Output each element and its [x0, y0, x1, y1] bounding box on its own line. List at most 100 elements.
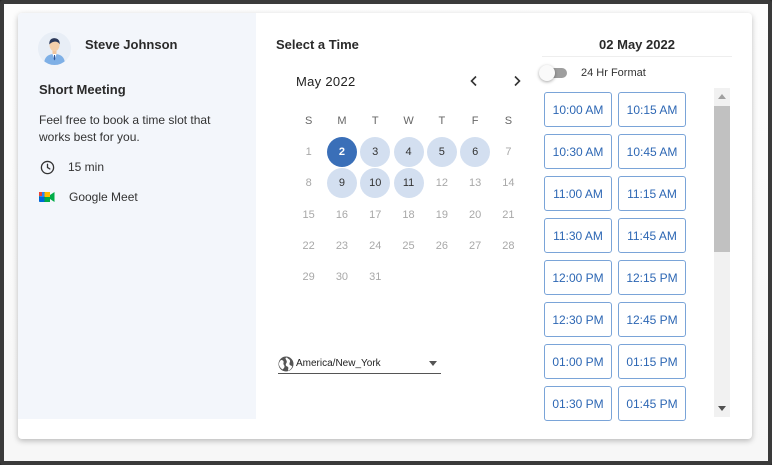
- calendar-day-available[interactable]: 5: [425, 136, 458, 167]
- previous-month-button[interactable]: [465, 72, 483, 90]
- day-number: 16: [335, 208, 349, 221]
- calendar-day-unavailable: 18: [392, 199, 425, 230]
- header-divider: [542, 56, 732, 57]
- calendar-day-available[interactable]: 3: [359, 136, 392, 167]
- day-number: 10: [360, 168, 391, 199]
- timezone-select[interactable]: America/New_York: [278, 354, 441, 374]
- calendar-day-available[interactable]: 9: [325, 168, 358, 199]
- timezone-value: America/New_York: [296, 358, 381, 369]
- time-slot-button[interactable]: 11:00 AM: [544, 176, 612, 211]
- calendar-day-unavailable: 27: [458, 230, 491, 261]
- time-slot-button[interactable]: 10:00 AM: [544, 92, 612, 127]
- host-name: Steve Johnson: [85, 37, 178, 52]
- time-slot-button[interactable]: 10:30 AM: [544, 134, 612, 169]
- calendar-day-unavailable: 12: [425, 168, 458, 199]
- time-slot-button[interactable]: 12:00 PM: [544, 260, 612, 295]
- 24hr-format-toggle[interactable]: [539, 65, 569, 81]
- day-number: 11: [393, 168, 424, 199]
- scrollbar-thumb[interactable]: [714, 106, 730, 252]
- time-slot-button[interactable]: 12:15 PM: [618, 260, 686, 295]
- day-number: 9: [326, 168, 357, 199]
- day-number: 22: [302, 239, 315, 252]
- slots-scrollbar[interactable]: [714, 88, 730, 417]
- time-slot-button[interactable]: 12:30 PM: [544, 302, 612, 337]
- format-toggle-row: 24 Hr Format: [539, 65, 646, 81]
- location-row: Google Meet: [39, 189, 138, 205]
- day-number: 28: [502, 239, 515, 252]
- day-number: 6: [460, 136, 491, 167]
- calendar-grid: S M T W T F S 1 2 3 4 5 6 7 8 9 10 11 12 13 14 15 16 17 18 19 20 21…: [292, 105, 525, 293]
- weekday-header: W: [403, 114, 414, 127]
- day-number: 30: [335, 271, 349, 284]
- day-number: 14: [502, 177, 515, 190]
- day-number: 29: [302, 271, 315, 284]
- calendar-day-selected[interactable]: 2: [325, 136, 358, 167]
- day-number: 15: [302, 208, 315, 221]
- calendar-day-unavailable: 8: [292, 168, 325, 199]
- chevron-right-icon: [514, 75, 521, 87]
- google-meet-icon: [39, 189, 55, 205]
- scroll-down-arrow-icon[interactable]: [718, 406, 726, 411]
- time-slot-button[interactable]: 11:30 AM: [544, 218, 612, 253]
- 24hr-format-label: 24 Hr Format: [581, 67, 646, 79]
- calendar-day-unavailable: 16: [325, 199, 358, 230]
- section-title: Select a Time: [276, 37, 359, 52]
- calendar-day-unavailable: 14: [492, 168, 525, 199]
- calendar-day-unavailable: 1: [292, 136, 325, 167]
- time-slot-button[interactable]: 01:30 PM: [544, 386, 612, 421]
- booking-card: Steve Johnson Short Meeting Feel free to…: [18, 13, 752, 439]
- calendar-day-unavailable: 29: [292, 261, 325, 292]
- time-slot-button[interactable]: 12:45 PM: [618, 302, 686, 337]
- globe-icon: [278, 356, 294, 372]
- user-avatar-icon: [38, 32, 71, 65]
- time-slot-button[interactable]: 11:15 AM: [618, 176, 686, 211]
- time-slot-button[interactable]: 10:15 AM: [618, 92, 686, 127]
- time-slot-button[interactable]: 11:45 AM: [618, 218, 686, 253]
- calendar-day-unavailable: 26: [425, 230, 458, 261]
- weekday-header: F: [471, 114, 479, 127]
- calendar-day-unavailable: 24: [359, 230, 392, 261]
- weekday-header: S: [304, 114, 313, 127]
- calendar-day-available[interactable]: 11: [392, 168, 425, 199]
- weekday-header: S: [504, 114, 513, 127]
- scroll-up-arrow-icon[interactable]: [718, 94, 726, 99]
- chevron-left-icon: [470, 75, 477, 87]
- calendar-day-unavailable: 30: [325, 261, 358, 292]
- location-label: Google Meet: [69, 190, 138, 204]
- time-slot-button[interactable]: 01:45 PM: [618, 386, 686, 421]
- day-number: 19: [435, 208, 448, 221]
- day-number: 3: [360, 136, 391, 167]
- month-year-label: May 2022: [296, 74, 356, 89]
- day-number: 17: [369, 208, 382, 221]
- calendar-day-unavailable: 31: [359, 261, 392, 292]
- duration-label: 15 min: [68, 160, 105, 174]
- day-number: 13: [469, 177, 482, 190]
- day-number: 1: [305, 145, 312, 158]
- weekday-header: M: [337, 114, 347, 127]
- calendar-day-available[interactable]: 6: [458, 136, 491, 167]
- day-number: 4: [393, 136, 424, 167]
- calendar-day-available[interactable]: 4: [392, 136, 425, 167]
- event-title: Short Meeting: [39, 82, 126, 97]
- calendar-day-available[interactable]: 10: [359, 168, 392, 199]
- next-month-button[interactable]: [508, 72, 526, 90]
- day-number: 31: [369, 271, 382, 284]
- day-number: 12: [435, 177, 448, 190]
- calendar-day-unavailable: 25: [392, 230, 425, 261]
- calendar-day-unavailable: 19: [425, 199, 458, 230]
- day-number: 23: [335, 239, 349, 252]
- calendar-day-unavailable: 22: [292, 230, 325, 261]
- toggle-thumb[interactable]: [539, 65, 555, 81]
- day-number: 2: [326, 136, 357, 167]
- time-slot-button[interactable]: 10:45 AM: [618, 134, 686, 169]
- weekday-header: T: [371, 114, 379, 127]
- time-slot-button[interactable]: 01:00 PM: [544, 344, 612, 379]
- day-number: 24: [369, 239, 382, 252]
- weekday-header: T: [438, 114, 446, 127]
- selected-date-title: 02 May 2022: [599, 37, 675, 52]
- day-number: 21: [502, 208, 515, 221]
- year-value: 2022: [325, 74, 356, 89]
- day-number: 18: [402, 208, 415, 221]
- day-number: 26: [435, 239, 448, 252]
- time-slot-button[interactable]: 01:15 PM: [618, 344, 686, 379]
